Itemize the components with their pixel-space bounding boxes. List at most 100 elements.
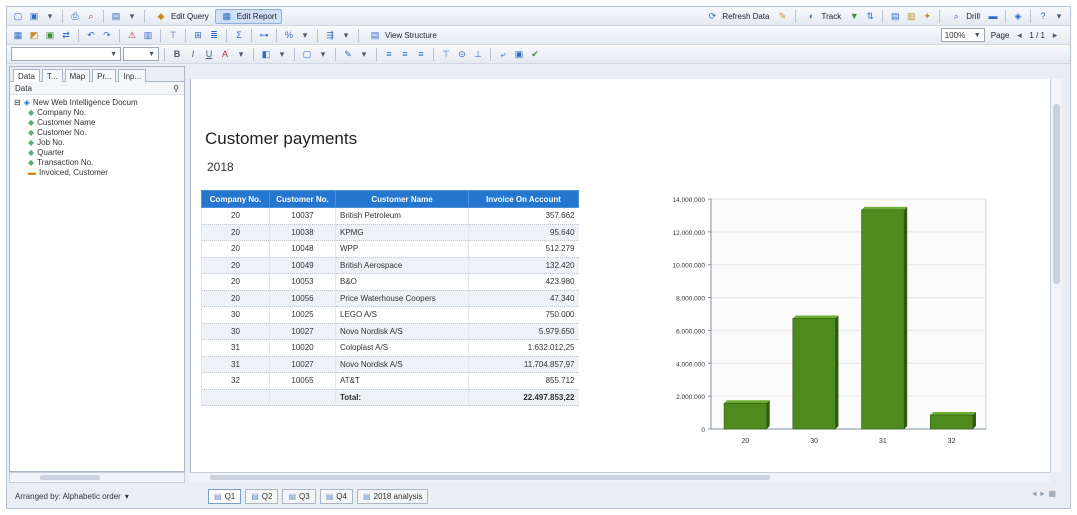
table-cell[interactable]: 95.640	[468, 224, 579, 241]
tab-q3[interactable]: ▤ Q3	[282, 488, 316, 504]
table-cell[interactable]: 30	[201, 323, 270, 340]
view-icon[interactable]: ▤	[109, 9, 123, 23]
previous-tab-icon[interactable]: ◂	[1032, 489, 1036, 498]
table-cell[interactable]: 5.979.650	[468, 323, 579, 340]
column-header[interactable]: Invoice On Account	[468, 190, 579, 208]
refresh-data-button[interactable]: ⟳ Refresh Data	[701, 9, 773, 24]
table-row[interactable]: 31 10020 Coloplast A/S 1.632.012,25	[201, 339, 579, 357]
new-document-icon[interactable]: ▢	[11, 9, 25, 23]
sort-icon[interactable]: ⇅	[863, 9, 877, 23]
table-cell[interactable]: 10038	[269, 224, 336, 241]
arrange-by-select[interactable]: Arranged by: Alphabetic order ▾	[9, 485, 185, 507]
apply-format-icon[interactable]: ✔	[528, 47, 542, 61]
table-row[interactable]: 20 10049 British Aerospace 132.420	[201, 257, 579, 274]
table-cell[interactable]: Novo Nordisk A/S	[335, 356, 469, 373]
table-row[interactable]: 31 10027 Novo Nordisk A/S 11.704.857,97	[201, 356, 579, 373]
tab-input-controls[interactable]: Inp...	[118, 69, 147, 82]
section-icon[interactable]: ≣	[207, 28, 221, 42]
format-painter-icon[interactable]: ▣	[512, 47, 526, 61]
table-cell[interactable]: 10049	[269, 257, 336, 274]
scrollbar-thumb[interactable]	[1053, 104, 1060, 284]
share-icon[interactable]: ◈	[1011, 9, 1025, 23]
next-tab-icon[interactable]: ▸	[1040, 489, 1044, 498]
align-middle-icon[interactable]: ⊝	[455, 47, 469, 61]
table-cell[interactable]: 423.980	[468, 273, 579, 291]
horizontal-scrollbar[interactable]	[190, 472, 1050, 483]
table-cell[interactable]: 132.420	[468, 257, 579, 274]
filter-icon[interactable]: ⚲	[173, 84, 179, 93]
table-row[interactable]: 20 10053 B&O 423.980	[201, 273, 579, 291]
table-row[interactable]: 20 10037 British Petroleum 357.662	[201, 207, 579, 225]
scrollbar-thumb[interactable]	[40, 475, 100, 480]
pen-dropdown-icon[interactable]: ▾	[357, 47, 371, 61]
report-year[interactable]: 2018	[207, 160, 234, 174]
table-cell[interactable]: 20	[201, 240, 270, 258]
tree-item[interactable]: ◆ Transaction No.	[14, 157, 184, 167]
table-cell[interactable]: 47.340	[468, 290, 579, 307]
tab-q4[interactable]: ▤ Q4	[319, 488, 353, 504]
table-cell[interactable]: LEGO A/S	[335, 306, 469, 324]
table-cell[interactable]: 20	[201, 224, 270, 241]
outline-icon[interactable]: ▤	[888, 9, 902, 23]
find-icon[interactable]: ⌕	[84, 9, 98, 23]
undo-icon[interactable]: ↶	[84, 28, 98, 42]
merge-dropdown-icon[interactable]: ▾	[339, 28, 353, 42]
table-cell[interactable]: 30	[201, 306, 270, 324]
table-cell[interactable]: WPP	[335, 240, 469, 258]
fill-color-icon[interactable]: ◧	[259, 47, 273, 61]
tree-root[interactable]: ⊟ ◈ New Web Intelligence Docum	[14, 97, 184, 107]
insert-chart-icon[interactable]: ◩	[27, 28, 41, 42]
calculation-dropdown-icon[interactable]: ▾	[298, 28, 312, 42]
tree-item[interactable]: ◆ Customer No.	[14, 127, 184, 137]
align-right-icon[interactable]: ≡	[414, 47, 428, 61]
table-cell[interactable]: B&O	[335, 273, 469, 291]
tree-item[interactable]: ◆ Job No.	[14, 137, 184, 147]
view-structure-button[interactable]: ▤ View Structure	[364, 28, 441, 43]
table-cell[interactable]: 855.712	[468, 372, 579, 390]
table-cell[interactable]: AT&T	[335, 372, 469, 390]
table-cell[interactable]: British Petroleum	[335, 207, 469, 225]
highlight-icon[interactable]: ✦	[920, 9, 934, 23]
track-button[interactable]: ◐ Track	[801, 9, 846, 24]
drill-button[interactable]: ⌕ Drill	[945, 9, 984, 24]
tab-data[interactable]: Data	[13, 69, 40, 82]
border-dropdown-icon[interactable]: ▾	[316, 47, 330, 61]
alert-icon[interactable]: ⚠	[125, 28, 139, 42]
edit-query-button[interactable]: ◆ Edit Query	[150, 9, 213, 24]
tree-item[interactable]: ◆ Customer Name	[14, 117, 184, 127]
scrollbar-thumb[interactable]	[210, 475, 770, 480]
tree-item[interactable]: ◆ Company No.	[14, 107, 184, 117]
collapse-icon[interactable]: ⊟	[14, 98, 21, 107]
table-row[interactable]: 20 10048 WPP 512.279	[201, 240, 579, 258]
invoice-bar-chart[interactable]: 0 2.000.000 4.000.000 6.000.000 8.000.000 10.…	[641, 189, 1001, 459]
underline-icon[interactable]: U	[202, 47, 216, 61]
drill-bar-icon[interactable]: ▬	[986, 9, 1000, 23]
table-cell[interactable]: 512.279	[468, 240, 579, 258]
table-cell[interactable]: 10053	[269, 273, 336, 291]
table-cell[interactable]: Coloplast A/S	[335, 339, 469, 357]
table-cell[interactable]: 10020	[269, 339, 336, 357]
bold-icon[interactable]: B	[170, 47, 184, 61]
tree-item[interactable]: ◆ Quarter	[14, 147, 184, 157]
table-cell[interactable]: 750.000	[468, 306, 579, 324]
table-cell[interactable]	[269, 389, 336, 406]
save-icon[interactable]: ▣	[27, 9, 41, 23]
table-cell[interactable]: 20	[201, 257, 270, 274]
bar[interactable]	[792, 318, 836, 430]
font-color-dropdown-icon[interactable]: ▾	[234, 47, 248, 61]
sum-icon[interactable]: Σ	[232, 28, 246, 42]
pen-icon[interactable]: ✎	[341, 47, 355, 61]
table-row[interactable]: 20 10038 KPMG 95.640	[201, 224, 579, 241]
redo-icon[interactable]: ↷	[100, 28, 114, 42]
font-size-select[interactable]: ▼	[123, 47, 159, 61]
left-panel-scrollbar[interactable]	[9, 472, 185, 483]
filter-icon[interactable]: ⊤	[166, 28, 180, 42]
column-header[interactable]: Company No.	[201, 190, 270, 208]
previous-page-icon[interactable]: ◂	[1012, 28, 1026, 42]
table-cell[interactable]: British Aerospace	[335, 257, 469, 274]
table-cell[interactable]: 10055	[269, 372, 336, 390]
table-cell[interactable]: 11.704.857,97	[468, 356, 579, 373]
next-page-icon[interactable]: ▸	[1048, 28, 1062, 42]
table-cell[interactable]: 10037	[269, 207, 336, 225]
customer-payments-table[interactable]: Company No. Customer No. Customer Name I…	[201, 190, 579, 406]
